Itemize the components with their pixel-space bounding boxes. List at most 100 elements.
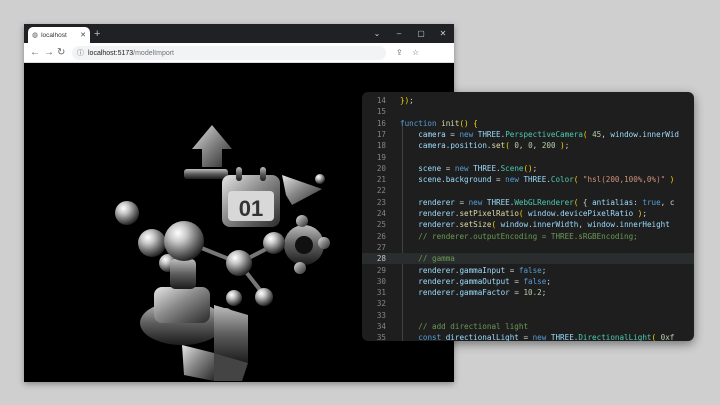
close-icon[interactable]: ✕	[80, 32, 86, 39]
code-token: WebGLRenderer	[514, 197, 574, 207]
code-line[interactable]: 24 renderer.setPixelRatio( window.device…	[362, 208, 694, 219]
line-code: // gamma	[400, 253, 455, 264]
code-token: setSize	[459, 220, 492, 230]
line-code: // renderer.outputEncoding = THREE.sRGBE…	[400, 231, 637, 242]
code-token: antialias	[592, 197, 634, 207]
code-line[interactable]: 19	[362, 152, 694, 163]
address-bar[interactable]: ⓘ localhost:5173/modelImport	[72, 46, 386, 60]
maximize-button[interactable]: ▢	[410, 24, 432, 43]
line-code: camera.position.set( 0, 0, 200 );	[400, 140, 569, 151]
line-number: 26	[376, 231, 386, 241]
code-line[interactable]: 28 // gamma	[362, 253, 694, 265]
code-token: 45	[592, 129, 602, 139]
code-token: window	[500, 220, 529, 230]
code-token: new	[459, 129, 478, 139]
code-token: THREE	[477, 129, 501, 139]
code-token: position	[450, 141, 487, 151]
code-token: ;	[541, 288, 547, 298]
code-token: // gamma	[418, 254, 455, 264]
code-token: Color	[550, 175, 574, 185]
code-token: 10.2	[523, 288, 542, 298]
code-token: window	[610, 129, 638, 139]
code-line[interactable]: 15	[362, 106, 694, 117]
new-tab-button[interactable]: +	[94, 26, 100, 42]
code-token: innerHeight	[619, 220, 670, 230]
code-token: {	[578, 197, 593, 207]
code-token: ;	[541, 265, 547, 275]
line-code: renderer.gammaOutput = false;	[400, 276, 551, 287]
code-token: gammaOutput	[459, 276, 510, 286]
line-code: renderer.setSize( window.innerWidth, win…	[400, 219, 670, 230]
code-line[interactable]: 21 scene.background = new THREE.Color( "…	[362, 174, 694, 185]
code-token: "hsl(200,100%,0%)"	[582, 175, 666, 185]
line-code: });	[400, 95, 414, 106]
gear-model	[284, 215, 330, 274]
code-line[interactable]: 18 camera.position.set( 0, 0, 200 );	[362, 140, 694, 151]
line-number: 15	[376, 107, 386, 117]
code-line[interactable]: 30 renderer.gammaOutput = false;	[362, 276, 694, 287]
tab-title: localhost	[41, 31, 67, 39]
code-token: renderer	[418, 220, 455, 230]
back-button[interactable]: ←	[30, 46, 40, 60]
line-number: 16	[376, 118, 386, 128]
sphere-left	[115, 201, 139, 225]
close-window-button[interactable]: ✕	[432, 24, 454, 43]
code-line[interactable]: 33	[362, 310, 694, 321]
line-code: // add directional light	[400, 321, 528, 332]
code-token: })	[400, 96, 410, 105]
code-token: =	[509, 288, 524, 298]
code-token: innerWid	[642, 129, 679, 139]
info-icon[interactable]: ⓘ	[77, 48, 84, 58]
code-line[interactable]: 34 // add directional light	[362, 321, 694, 332]
code-token: set	[491, 141, 506, 151]
code-token: DirectionalLight	[578, 333, 652, 341]
code-line[interactable]: 31 renderer.gammaFactor = 10.2;	[362, 287, 694, 298]
code-line[interactable]: 26 // renderer.outputEncoding = THREE.sR…	[362, 231, 694, 242]
code-line[interactable]: 25 renderer.setSize( window.innerWidth, …	[362, 219, 694, 230]
line-number: 33	[376, 310, 386, 320]
code-line[interactable]: 17 camera = new THREE.PerspectiveCamera(…	[362, 129, 694, 140]
url-host: localhost:5173	[88, 49, 134, 57]
code-line[interactable]: 29 renderer.gammaInput = false;	[362, 265, 694, 276]
code-line[interactable]: 23 renderer = new THREE.WebGLRenderer( {…	[362, 197, 694, 208]
code-token: // add directional light	[418, 322, 529, 331]
code-line[interactable]: 32	[362, 298, 694, 309]
code-token: THREE	[550, 333, 574, 341]
code-token: PerspectiveCamera	[505, 129, 583, 139]
code-line[interactable]: 16 function init() {	[362, 118, 694, 129]
address-url[interactable]: localhost:5173/modelImport	[88, 50, 174, 57]
star-icon[interactable]: ☆	[412, 47, 419, 59]
code-line[interactable]: 27	[362, 242, 694, 253]
code-token: function	[400, 118, 442, 128]
code-line[interactable]: 22	[362, 185, 694, 196]
code-editor[interactable]: 14}); 15 16 function init() {17 camera = ne…	[362, 92, 694, 341]
reload-button[interactable]: ↻	[57, 46, 65, 60]
code-token: innerWidth	[532, 220, 579, 230]
code-line[interactable]: 14});	[362, 95, 694, 106]
line-code: renderer.gammaInput = false;	[400, 265, 546, 276]
forward-button[interactable]: →	[44, 46, 54, 60]
line-number: 27	[376, 242, 386, 252]
line-number: 32	[376, 299, 386, 309]
code-line[interactable]: 35 const directionalLight = new THREE.Di…	[362, 332, 694, 341]
line-code: scene = new THREE.Scene();	[400, 163, 537, 174]
code-line[interactable]: 20 scene = new THREE.Scene();	[362, 163, 694, 174]
code-token: ()	[459, 118, 469, 128]
code-token: THREE	[523, 175, 547, 185]
code-token: directionalLight	[445, 333, 519, 341]
minimize-button[interactable]: –	[388, 24, 410, 43]
tab-search-icon[interactable]: ⌄	[366, 24, 388, 43]
code-token: THREE	[473, 163, 497, 173]
code-token: new	[505, 175, 524, 185]
code-token: renderer	[418, 209, 455, 218]
share-icon[interactable]: ⇪	[396, 47, 403, 59]
line-code: const directionalLight = new THREE.Direc…	[400, 332, 674, 341]
browser-tab[interactable]: ◍ localhost ✕	[28, 27, 90, 43]
code-token: false	[523, 276, 547, 286]
code-token: =	[505, 265, 519, 275]
